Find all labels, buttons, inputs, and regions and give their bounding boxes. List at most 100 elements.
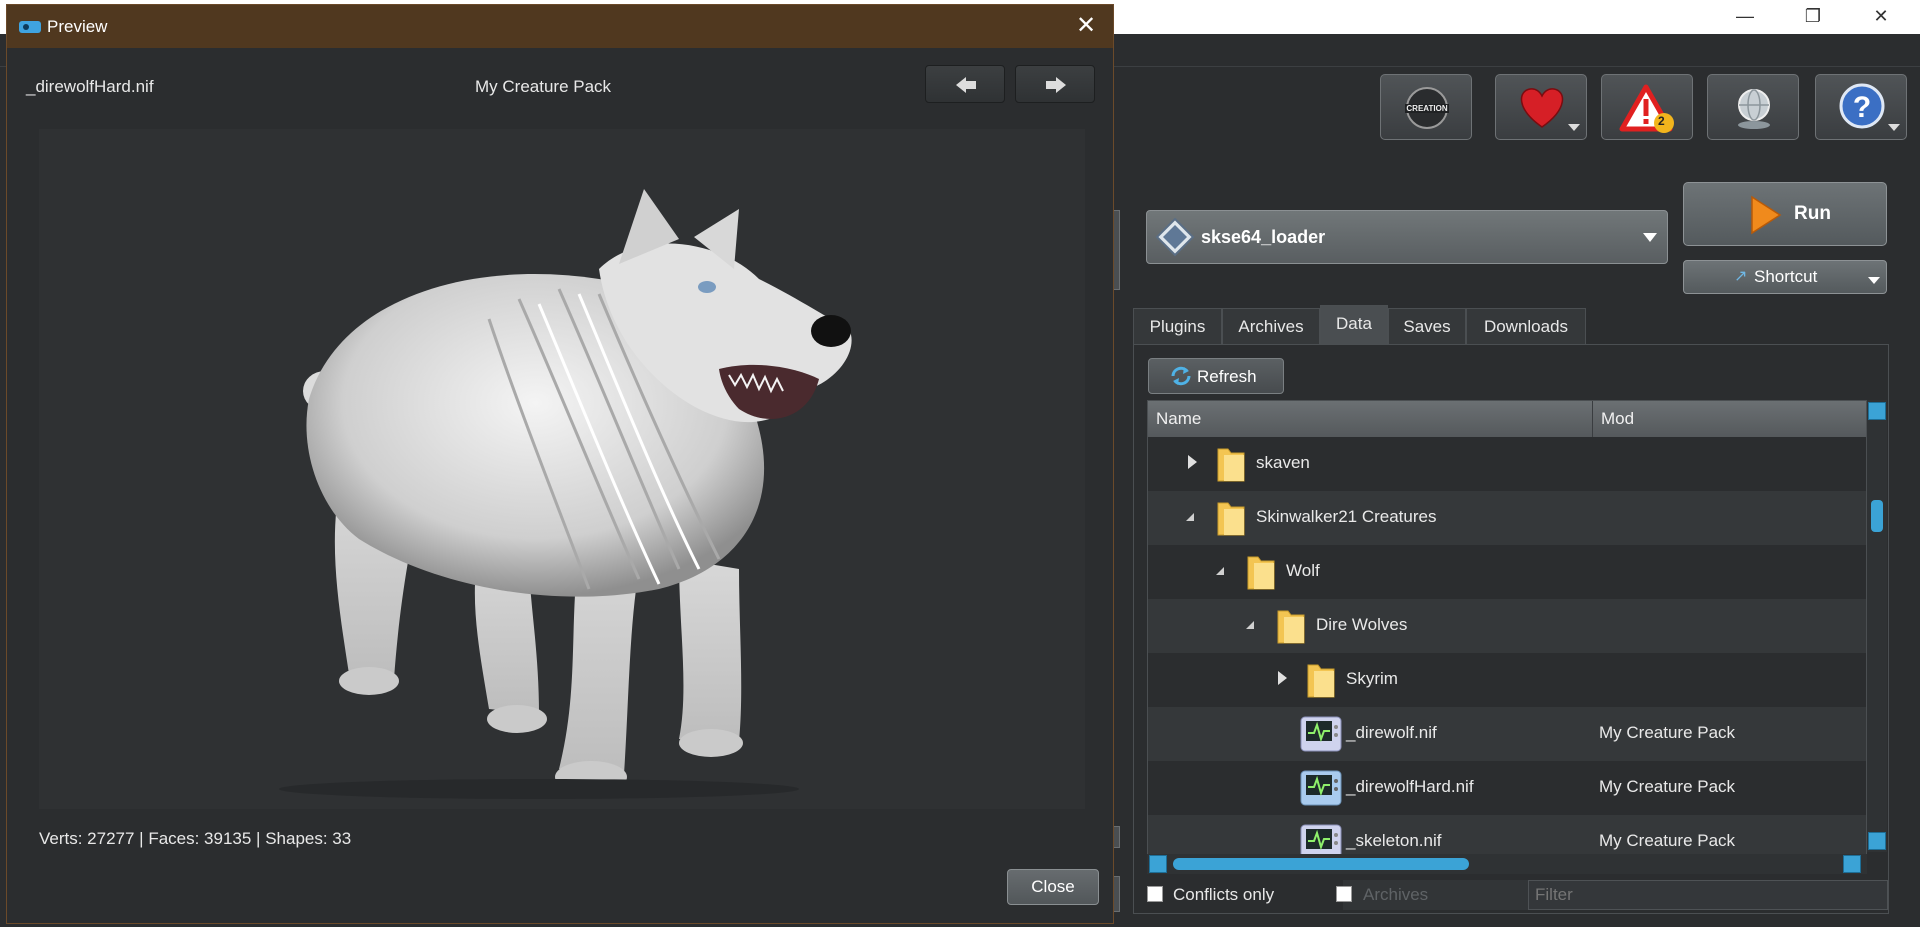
collapse-arrow-icon[interactable] xyxy=(1186,513,1194,521)
skse-icon xyxy=(1155,217,1195,257)
heart-icon xyxy=(1520,88,1564,128)
refresh-button[interactable]: Refresh xyxy=(1148,358,1284,394)
preview-dialog: Preview ✕ _direwolfHard.nif My Creature … xyxy=(6,4,1114,924)
preview-title: Preview xyxy=(47,17,108,36)
column-header-name[interactable]: Name xyxy=(1148,401,1593,437)
data-tree: Name Mod skaven Skinwalker21 Creatures W… xyxy=(1147,400,1867,874)
tree-row-direwolfhard-nif[interactable]: _direwolfHard.nif My Creature Pack xyxy=(1148,761,1866,815)
scroll-left-button[interactable] xyxy=(1149,855,1167,873)
shortcut-button[interactable]: ↗ Shortcut xyxy=(1683,260,1887,294)
tab-saves[interactable]: Saves xyxy=(1388,308,1466,344)
shortcut-arrow-icon: ↗ xyxy=(1734,268,1748,285)
collapse-arrow-icon[interactable] xyxy=(1216,567,1224,575)
toolbar: CREATION 2 ? xyxy=(1100,66,1920,148)
conflicts-only-checkbox[interactable] xyxy=(1147,886,1163,902)
conflicts-only-label: Conflicts only xyxy=(1173,885,1275,904)
mesh-stats: Verts: 27277 | Faces: 39135 | Shapes: 33 xyxy=(39,829,352,848)
tab-data[interactable]: Data xyxy=(1320,305,1388,344)
tree-row-mod: My Creature Pack xyxy=(1599,723,1736,742)
close-icon[interactable]: ✕ xyxy=(1071,11,1101,41)
nexus-button[interactable] xyxy=(1707,74,1799,140)
scroll-thumb[interactable] xyxy=(1173,858,1469,870)
tree-row-name: Skyrim xyxy=(1346,669,1398,688)
tree-row-name: Skinwalker21 Creatures xyxy=(1256,507,1437,526)
executable-select[interactable]: skse64_loader xyxy=(1146,210,1668,264)
tree-row-mod: My Creature Pack xyxy=(1599,777,1736,796)
run-button[interactable]: Run xyxy=(1683,182,1887,246)
tab-plugins[interactable]: Plugins xyxy=(1133,308,1222,344)
tab-archives[interactable]: Archives xyxy=(1222,308,1320,344)
close-button[interactable]: Close xyxy=(1007,869,1099,905)
tab-downloads[interactable]: Downloads xyxy=(1466,308,1586,344)
refresh-icon xyxy=(1171,366,1191,386)
archives-checkbox[interactable] xyxy=(1336,886,1352,902)
chevron-down-icon xyxy=(1868,277,1880,284)
scroll-thumb[interactable] xyxy=(1871,500,1883,532)
expand-arrow-icon[interactable] xyxy=(1278,671,1287,685)
problems-button[interactable]: 2 xyxy=(1601,74,1693,140)
tree-row-name: Wolf xyxy=(1286,561,1320,580)
tree-vertical-scrollbar[interactable] xyxy=(1867,400,1887,852)
tree-horizontal-scrollbar[interactable] xyxy=(1147,854,1867,874)
window-close-button[interactable]: ✕ xyxy=(1852,2,1910,30)
wolf-model-render xyxy=(279,189,852,799)
preview-title-bar: Preview ✕ xyxy=(7,5,1113,48)
help-icon: ? xyxy=(1839,83,1885,129)
scroll-down-button[interactable] xyxy=(1868,832,1886,850)
column-header-mod[interactable]: Mod xyxy=(1593,401,1866,437)
folder-icon xyxy=(1277,610,1305,644)
refresh-label: Refresh xyxy=(1197,367,1257,386)
run-label: Run xyxy=(1794,203,1831,224)
scroll-up-button[interactable] xyxy=(1868,402,1886,420)
nif-file-icon xyxy=(1300,716,1342,752)
arrow-right-icon xyxy=(1046,77,1066,93)
collapse-arrow-icon[interactable] xyxy=(1246,621,1254,629)
warning-icon xyxy=(1619,84,1674,133)
filter-input[interactable] xyxy=(1528,880,1888,910)
mo2-app-icon xyxy=(19,21,41,33)
chevron-down-icon xyxy=(1568,124,1580,131)
tree-row-skaven[interactable]: skaven xyxy=(1148,437,1866,491)
previous-button[interactable] xyxy=(925,65,1005,103)
scroll-right-button[interactable] xyxy=(1843,855,1861,873)
archives-label: Archives xyxy=(1363,885,1429,904)
tree-row-skyrim[interactable]: Skyrim xyxy=(1148,653,1866,707)
creation-kit-icon: CREATION xyxy=(1405,87,1449,129)
play-icon xyxy=(1751,195,1782,235)
tree-row-name: _direwolfHard.nif xyxy=(1346,777,1474,796)
nif-file-icon xyxy=(1300,770,1342,806)
tree-row-name: _skeleton.nif xyxy=(1346,831,1442,850)
chevron-down-icon xyxy=(1888,124,1900,131)
shortcut-label: Shortcut xyxy=(1754,267,1818,286)
restore-button[interactable]: ❐ xyxy=(1784,2,1842,30)
tree-row-direwolf-nif[interactable]: _direwolf.nif My Creature Pack xyxy=(1148,707,1866,761)
creation-kit-button[interactable]: CREATION xyxy=(1380,74,1472,140)
folder-icon xyxy=(1217,502,1245,536)
folder-icon xyxy=(1307,664,1335,698)
tree-row-name: _direwolf.nif xyxy=(1346,723,1437,742)
tree-row-name: Dire Wolves xyxy=(1316,615,1408,634)
endorse-button[interactable] xyxy=(1495,74,1587,140)
tree-row-name: skaven xyxy=(1256,453,1310,472)
tree-row-mod: My Creature Pack xyxy=(1599,831,1736,850)
folder-icon xyxy=(1217,448,1245,482)
svg-text:?: ? xyxy=(1853,91,1871,124)
folder-icon xyxy=(1247,556,1275,590)
globe-icon xyxy=(1738,89,1770,129)
tree-row-skinwalker21-creatures[interactable]: Skinwalker21 Creatures xyxy=(1148,491,1866,545)
arrow-left-icon xyxy=(956,77,976,93)
warning-badge-count: 2 xyxy=(1658,114,1665,128)
preview-mod-name: My Creature Pack xyxy=(475,77,612,96)
expand-arrow-icon[interactable] xyxy=(1188,455,1197,469)
data-filter-bar: Conflicts only Archives xyxy=(1133,876,1889,916)
executable-label: skse64_loader xyxy=(1201,227,1326,247)
tree-row-wolf[interactable]: Wolf xyxy=(1148,545,1866,599)
chevron-down-icon xyxy=(1643,233,1657,242)
tree-row-dire-wolves[interactable]: Dire Wolves xyxy=(1148,599,1866,653)
minimize-button[interactable]: — xyxy=(1716,2,1774,30)
next-button[interactable] xyxy=(1015,65,1095,103)
model-viewport[interactable] xyxy=(39,129,1085,809)
preview-file-name: _direwolfHard.nif xyxy=(26,77,154,96)
svg-text:CREATION: CREATION xyxy=(1406,104,1447,113)
help-button[interactable]: ? xyxy=(1815,74,1907,140)
